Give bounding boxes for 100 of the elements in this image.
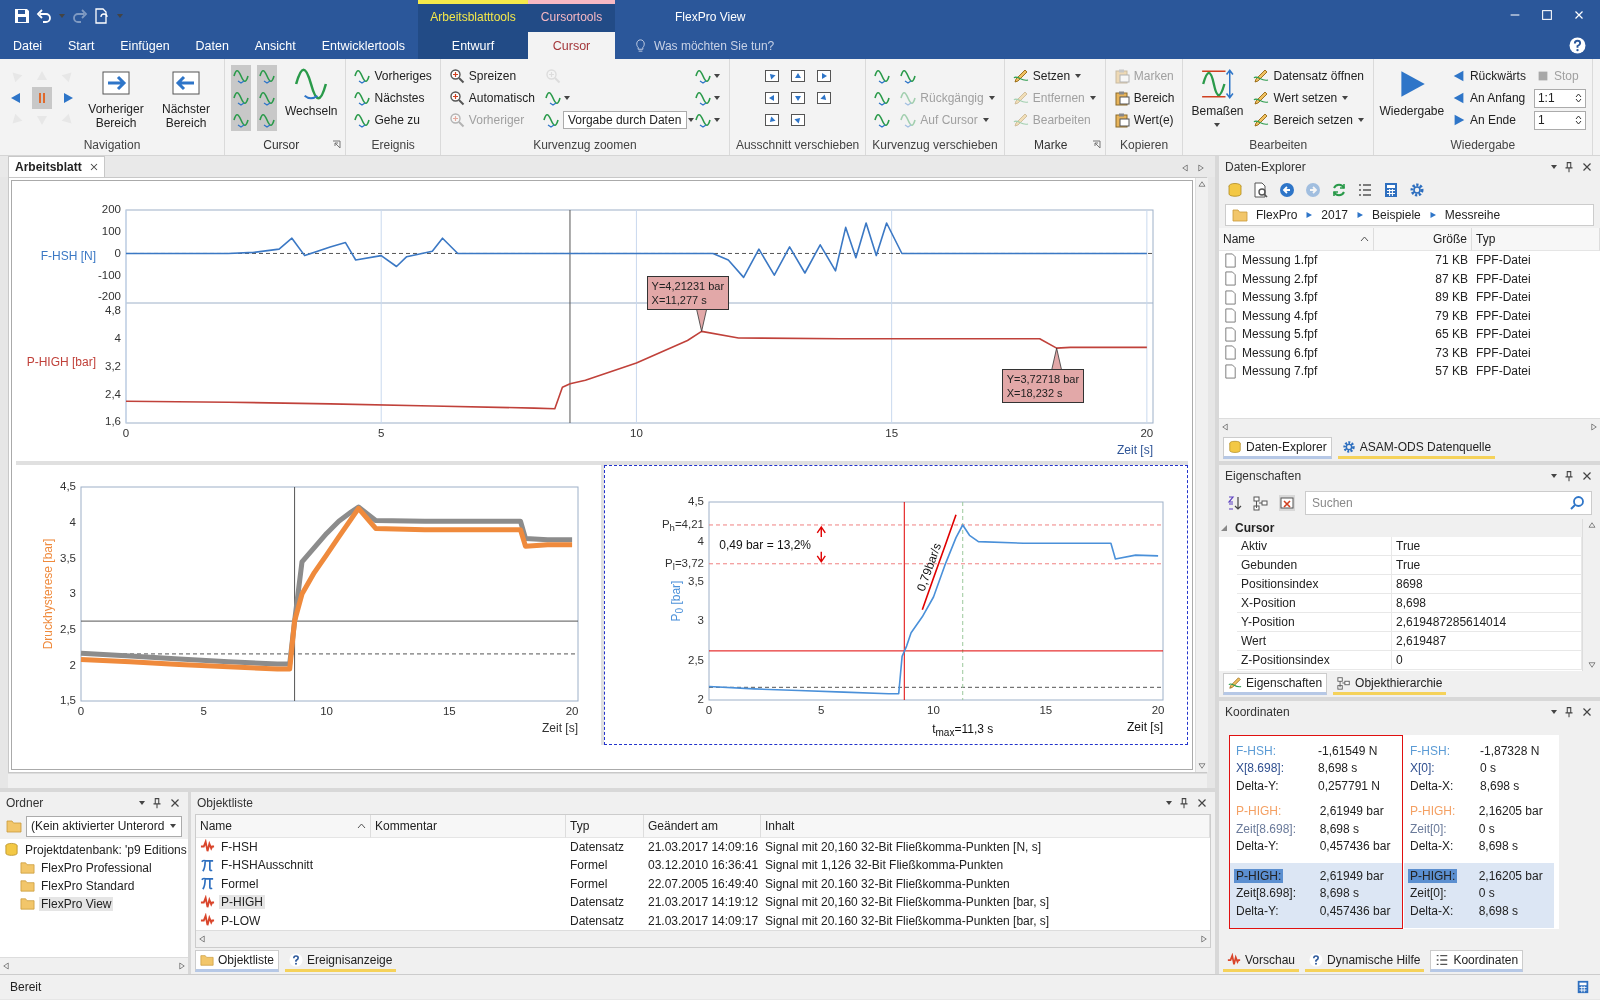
group-label: Marke [1034, 137, 1068, 154]
table-cell: Signal mit 20.160 32-Bit Fließkomma-Punkten [765, 876, 1010, 891]
coordinate-label: P-HIGH: [1235, 804, 1283, 819]
table-cell: 65 KB [1435, 327, 1468, 342]
table-cell: 87 KB [1435, 271, 1468, 286]
coordinate-label: Delta-Y: [1235, 778, 1280, 793]
group-label: Cursor [263, 137, 300, 154]
axis-tick-label: 4 [114, 332, 121, 345]
axis-tick-label: 0 [122, 427, 130, 440]
table-cell: FPF-Datei [1476, 253, 1531, 268]
coordinate-value: 2,61949 bar [1318, 868, 1385, 883]
table-cell: FPF-Datei [1476, 308, 1531, 323]
table-cell: FPF-Datei [1476, 364, 1531, 379]
axis-tick-label: 5 [200, 705, 207, 718]
table-cell: FPF-Datei [1476, 290, 1531, 305]
axis-tick-label: 4 [697, 535, 704, 547]
axis-tick-label: 2 [69, 658, 76, 671]
axis-tick-label: 3,2 [105, 359, 121, 372]
axis-tick-label: 15 [885, 427, 899, 440]
context-tab-header: Cursortools [540, 10, 603, 24]
context-tab-header: Arbeitsblatttools [430, 10, 516, 24]
axis-tick-label: 10 [320, 705, 333, 718]
axis-tick-label: 3,5 [60, 551, 76, 564]
axis-tick-label: 5 [818, 704, 825, 717]
table-cell: 71 KB [1435, 253, 1468, 268]
annotation-text: t$_{max}$=11,3 s [932, 722, 994, 739]
coordinate-label: Zeit[0]: [1409, 886, 1448, 901]
table-cell: 21.03.2017 14:19:12 [648, 895, 759, 910]
coordinate-label: F-HSH: [1409, 743, 1451, 758]
group-label: Ausschnitt verschieben [735, 137, 860, 154]
table-cell: 57 KB [1435, 364, 1468, 379]
axis-tick-label: 100 [101, 225, 121, 238]
coordinate-value: 0 s [1477, 821, 1496, 836]
axis-tick-label: P$_{h}$=4,21 [661, 518, 704, 534]
coordinate-label: P-HIGH: [1409, 868, 1457, 883]
table-cell: 21.03.2017 14:09:16 [648, 839, 759, 854]
callout-text: X=18,232 s [1006, 385, 1064, 400]
axis-tick-label: 20 [1140, 427, 1154, 440]
coordinate-value: 2,16205 bar [1477, 868, 1544, 883]
annotation-text: 0,49 bar = 13,2% [719, 537, 811, 552]
axis-tick-label: 0 [705, 704, 713, 717]
axis-tick-label: 2,4 [105, 387, 121, 400]
axis-tick-label: 2,5 [60, 623, 76, 636]
coordinate-value: 8,698 s [1318, 886, 1361, 901]
coordinate-label: F-HSH: [1235, 743, 1277, 758]
table-cell: 73 KB [1435, 345, 1468, 360]
axis-title: Druckhysterese [bar] [41, 539, 55, 650]
axis-tick-label: 2,5 [688, 653, 704, 666]
table-cell: Formel [570, 858, 608, 873]
property-name: Wert [1241, 634, 1267, 648]
axis-title: Zeit [s] [542, 721, 578, 736]
callout-text: Y=4,21231 bar [651, 278, 725, 293]
axis-title: Zeit [s] [1117, 443, 1153, 458]
axis-tick-label: 0 [77, 705, 85, 718]
axis-tick-label: -200 [97, 290, 121, 303]
table-cell: 79 KB [1435, 308, 1468, 323]
coordinate-value: 0,257791 N [1317, 778, 1382, 793]
axis-tick-label: 3 [69, 587, 76, 600]
axis-tick-label: 15 [1039, 704, 1053, 717]
property-name: Gebunden [1241, 558, 1298, 572]
coordinate-value: 0,457436 bar [1318, 839, 1392, 854]
axis-tick-label: 200 [101, 203, 121, 216]
coordinate-label: X[8.698]: [1235, 761, 1286, 776]
coordinate-value: 2,61949 bar [1318, 804, 1385, 819]
coordinate-value: 8,698 s [1318, 821, 1361, 836]
window-title: FlexPro View [675, 10, 746, 24]
coordinate-value: -1,87328 N [1479, 743, 1541, 758]
table-cell: 03.12.2010 16:36:41 [648, 858, 759, 873]
panel-title: Daten-Explorer [1225, 160, 1306, 174]
coordinate-label: Zeit[8.698]: [1235, 886, 1298, 901]
coordinate-label: Delta-X: [1409, 778, 1455, 793]
property-name: Y-Position [1241, 615, 1295, 629]
panel-title: Ordner [6, 795, 44, 810]
axis-tick-label: P$_{l}$=3,72 [665, 557, 704, 573]
coordinate-label: Delta-Y: [1235, 903, 1280, 918]
axis-tick-label: 20 [1151, 704, 1165, 717]
coordinate-value: 8,698 s [1477, 903, 1519, 918]
table-cell: Signal mit 20,160 32-Bit Fließkomma-Punkten [bar, s] [765, 895, 1050, 910]
axis-title: F-HSH [N] [40, 248, 96, 263]
coordinate-value: 0 s [1479, 761, 1497, 776]
axis-tick-label: 10 [630, 427, 643, 440]
coordinate-value: 8,698 s [1479, 778, 1521, 793]
axis-tick-label: 3 [697, 614, 704, 627]
property-name: X-Position [1241, 596, 1296, 610]
group-label: Kurvenzug verschieben [872, 137, 998, 154]
table-cell: Formel [570, 876, 608, 891]
table-cell: Datensatz [570, 895, 625, 910]
coordinate-label: Zeit[8.698]: [1235, 821, 1298, 836]
table-cell: 89 KB [1435, 290, 1468, 305]
coordinate-label: Delta-Y: [1235, 839, 1280, 854]
table-cell: Signal mit 20,160 32-Bit Fließkomma-Punkten [N, s] [765, 839, 1042, 854]
property-name: Z-Positionsindex [1241, 653, 1330, 667]
coordinate-label: Delta-X: [1409, 903, 1455, 918]
property-name: Aktiv [1241, 539, 1267, 553]
property-name: Positionsindex [1241, 577, 1319, 591]
table-cell: 21.03.2017 14:09:17 [648, 913, 759, 928]
category-label: Cursor [1235, 521, 1275, 535]
coordinate-value: 2,16205 bar [1477, 804, 1544, 819]
table-cell: Datensatz [570, 913, 625, 928]
axis-tick-label: 4,5 [60, 480, 76, 493]
